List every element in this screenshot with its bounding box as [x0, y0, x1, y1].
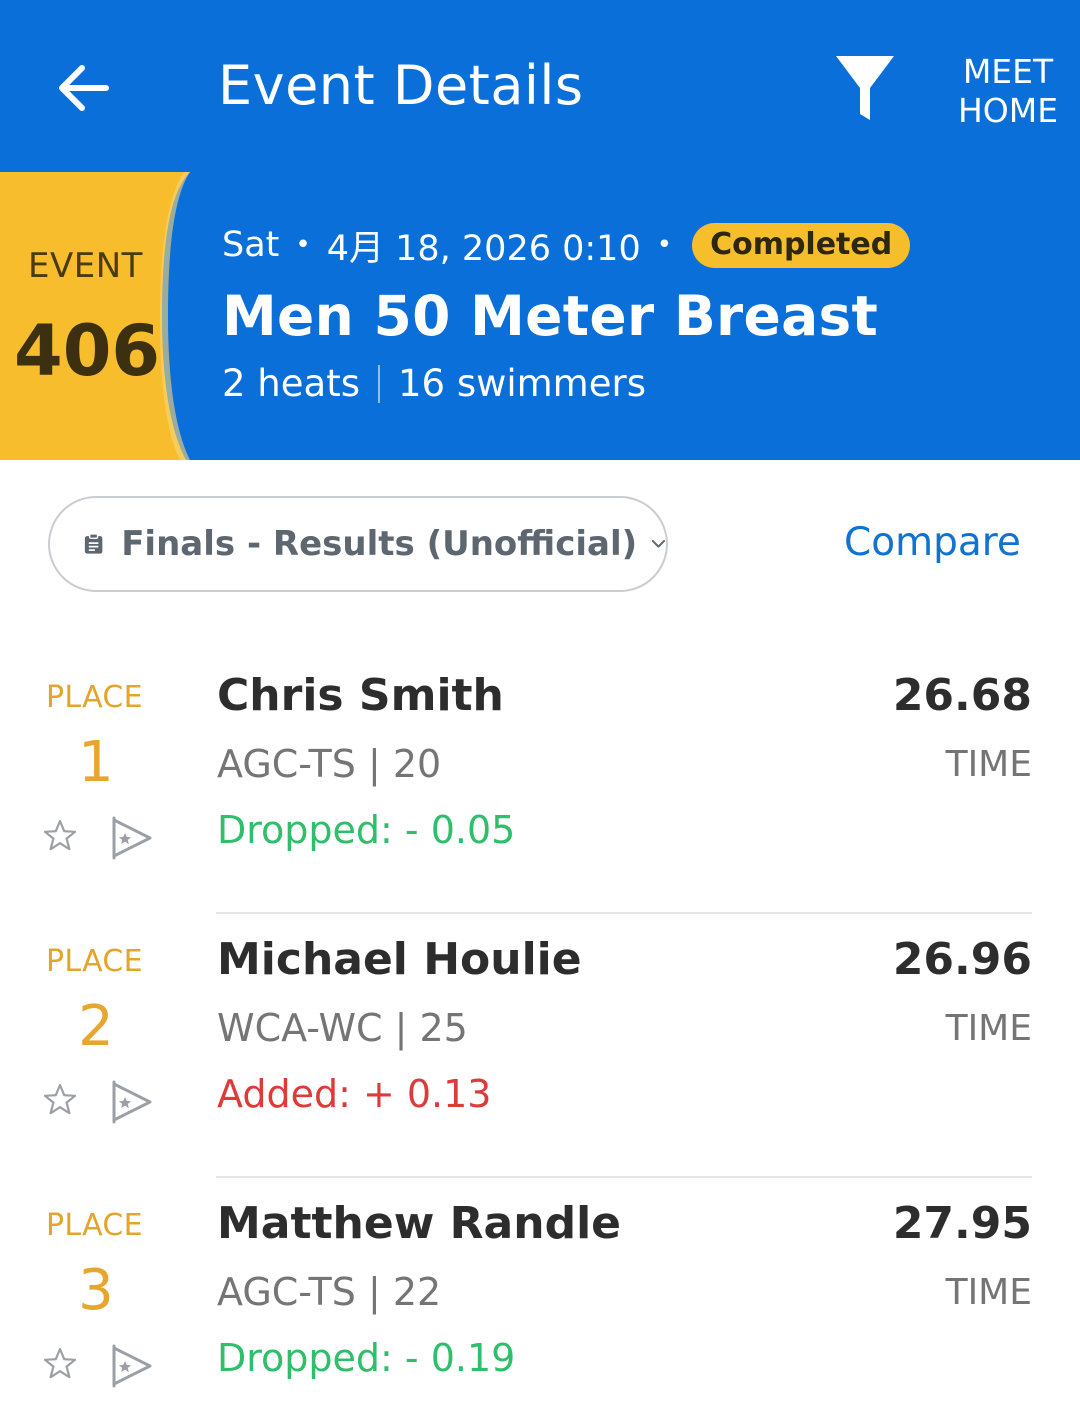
event-number: 406 [14, 310, 161, 392]
heats-count: 2 heats [222, 362, 360, 405]
status-badge: Completed [692, 222, 911, 268]
place-label: PLACE [46, 944, 143, 979]
page-title: Event Details [218, 54, 584, 117]
event-datetime: 4月 18, 2026 0:10 [326, 228, 641, 269]
meet-home-label-line1: MEET [962, 52, 1054, 91]
flag-icon[interactable] [108, 814, 156, 862]
separator-dot: • [656, 230, 673, 260]
team-age: AGC-TS | 22 [217, 1270, 442, 1314]
flag-icon[interactable] [108, 1342, 156, 1390]
arrow-left-icon [59, 65, 109, 111]
divider [377, 364, 380, 403]
star-icon[interactable] [42, 818, 78, 854]
time-delta: Added: + 0.13 [217, 1072, 492, 1116]
team-age: WCA-WC | 25 [217, 1006, 468, 1050]
swim-time: 26.68 [892, 670, 1032, 721]
place-number: 3 [78, 1258, 114, 1323]
time-label: TIME [945, 1272, 1032, 1313]
filter-button[interactable] [832, 50, 898, 126]
place-label: PLACE [46, 1208, 143, 1243]
place-number: 2 [78, 994, 114, 1059]
swimmer-name[interactable]: Chris Smith [217, 670, 504, 721]
result-row[interactable]: PLACE 1 Chris Smith AGC-TS | 20 Dropped:… [0, 650, 1080, 914]
chevron-down-icon [651, 539, 666, 548]
star-icon[interactable] [42, 1346, 78, 1382]
swim-time: 27.95 [892, 1198, 1032, 1249]
time-label: TIME [945, 744, 1032, 785]
time-label: TIME [945, 1008, 1032, 1049]
time-delta: Dropped: - 0.19 [217, 1336, 516, 1380]
swimmer-name[interactable]: Matthew Randle [217, 1198, 621, 1249]
event-day: Sat [222, 225, 280, 265]
compare-link[interactable]: Compare [844, 520, 1021, 565]
round-selector[interactable]: Finals - Results (Unofficial) [48, 496, 668, 592]
event-label: EVENT [28, 246, 143, 286]
back-button[interactable] [52, 56, 116, 120]
event-summary: 2 heats 16 swimmers [222, 362, 646, 405]
swim-time: 26.96 [892, 934, 1032, 985]
meet-home-button[interactable]: MEET HOME [950, 52, 1066, 130]
separator-dot: • [295, 230, 311, 260]
team-age: AGC-TS | 20 [217, 742, 442, 786]
flag-icon[interactable] [108, 1078, 156, 1126]
place-label: PLACE [46, 680, 143, 715]
swimmer-name[interactable]: Michael Houlie [217, 934, 582, 985]
swimmers-count: 16 swimmers [397, 362, 646, 405]
time-delta: Dropped: - 0.05 [217, 808, 516, 852]
round-selector-label: Finals - Results (Unofficial) [121, 524, 638, 564]
result-row[interactable]: PLACE 2 Michael Houlie WCA-WC | 25 Added… [0, 914, 1080, 1178]
star-icon[interactable] [42, 1082, 78, 1118]
event-meta: Sat • 4月 18, 2026 0:10 • Completed [222, 222, 911, 269]
clipboard-icon [84, 533, 103, 554]
event-name: Men 50 Meter Breast [222, 284, 879, 348]
meet-home-label-line2: HOME [957, 91, 1059, 130]
result-row[interactable]: PLACE 3 Matthew Randle AGC-TS | 22 Dropp… [0, 1178, 1080, 1410]
filter-icon [836, 56, 894, 120]
place-number: 1 [78, 730, 114, 795]
